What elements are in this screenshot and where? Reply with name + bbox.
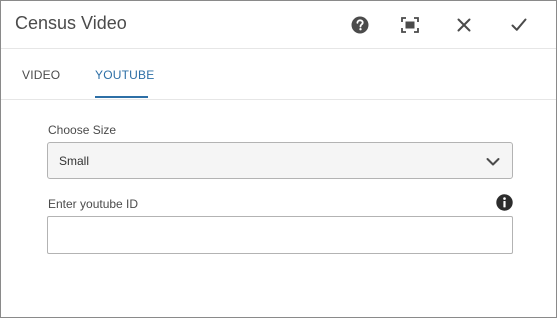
dialog: Census Video VIDEO YOUTUBE Choose Size S… [0,0,557,318]
chevron-down-icon [486,158,500,166]
help-icon [351,16,369,34]
fullscreen-button[interactable] [398,13,422,37]
youtube-id-label: Enter youtube ID [48,197,139,211]
youtube-id-input[interactable] [47,216,513,254]
tab-youtube[interactable]: YOUTUBE [95,68,154,82]
size-select[interactable]: Small [47,142,513,179]
dialog-title: Census Video [15,13,127,33]
size-select-value: Small [59,154,90,168]
dialog-header: Census Video [1,1,556,49]
close-icon [457,18,471,32]
active-tab-indicator [95,96,148,98]
info-icon[interactable] [496,194,513,211]
choose-size-label: Choose Size [48,123,117,137]
help-button[interactable] [348,13,372,37]
fullscreen-icon [401,17,419,33]
close-button[interactable] [452,13,476,37]
tab-video[interactable]: VIDEO [22,68,60,82]
tab-bar: VIDEO YOUTUBE [1,49,556,100]
done-button[interactable] [507,13,531,37]
checkmark-icon [511,18,527,31]
